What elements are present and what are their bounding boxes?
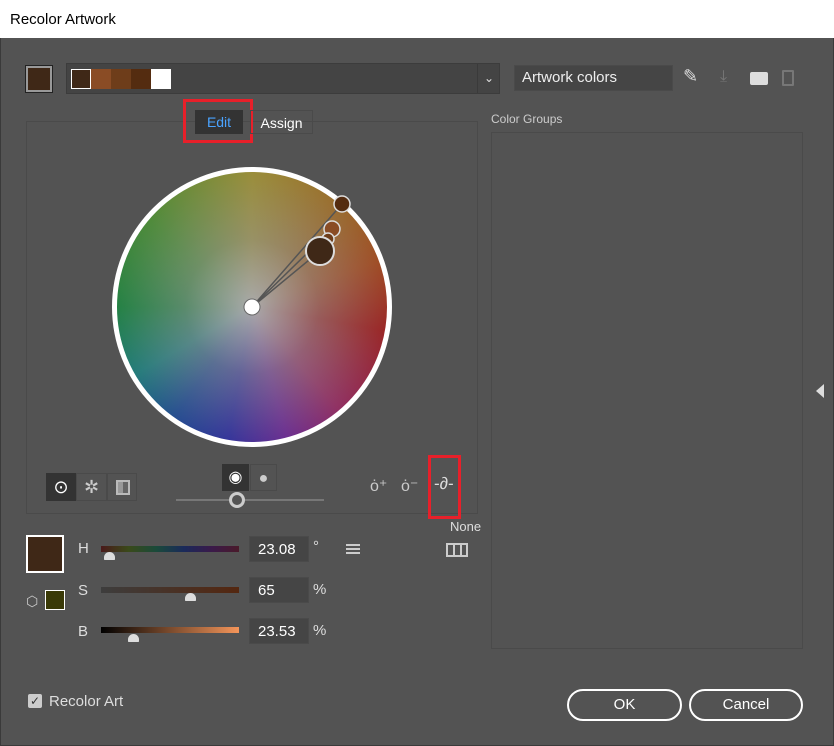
brightness-input[interactable]: 23.53: [249, 618, 309, 644]
color-swatch[interactable]: [91, 69, 111, 89]
brightness-slider[interactable]: [101, 627, 239, 633]
recolor-art-checkbox[interactable]: ✓: [28, 694, 42, 708]
save-icon: ⤓: [720, 68, 728, 85]
folder-icon[interactable]: [750, 72, 768, 85]
segmented-wheel-button[interactable]: ✲: [76, 473, 107, 501]
brightness-slider-thumb[interactable]: [128, 634, 139, 642]
recolor-art-label: Recolor Art: [49, 693, 124, 710]
hue-slider-thumb[interactable]: [104, 552, 115, 560]
center-marker: [243, 298, 261, 316]
ok-button[interactable]: OK: [567, 689, 682, 721]
base-color-marker: [305, 236, 335, 266]
color-bars-button[interactable]: [107, 473, 137, 501]
hue-input[interactable]: 23.08: [249, 536, 309, 562]
color-marker: [333, 195, 351, 213]
saturation-slider-thumb[interactable]: [185, 593, 196, 601]
trash-icon: [782, 70, 794, 86]
tab-edit[interactable]: Edit: [195, 110, 243, 134]
selected-color-swatch[interactable]: [26, 535, 64, 573]
hue-slider[interactable]: [101, 546, 239, 552]
chevron-down-icon[interactable]: ⌄: [477, 64, 500, 93]
saturation-slider[interactable]: [101, 587, 239, 593]
show-brightness-button[interactable]: ●: [250, 464, 277, 491]
tab-assign[interactable]: Assign: [250, 110, 313, 134]
wheel-markers[interactable]: [112, 167, 392, 447]
saturation-input[interactable]: 65: [249, 577, 309, 603]
link-harmony-colors-icon[interactable]: -∂-: [434, 474, 454, 494]
brightness-slider-track[interactable]: [176, 499, 324, 501]
window-title: Recolor Artwork: [0, 0, 834, 38]
color-swatch-strip[interactable]: ⌄: [66, 63, 500, 94]
show-saturation-button[interactable]: ◉: [222, 464, 249, 491]
harmony-rule-label: None: [450, 519, 482, 534]
smooth-wheel-button[interactable]: ⊙: [46, 473, 76, 501]
cancel-button[interactable]: Cancel: [689, 689, 803, 721]
expand-panel-icon[interactable]: [816, 384, 824, 398]
brightness-slider-handle[interactable]: [229, 492, 245, 508]
color-group-name-input[interactable]: Artwork colors: [514, 65, 673, 91]
add-color-tool-icon[interactable]: ȯ⁺: [370, 476, 387, 496]
color-groups-list[interactable]: [491, 132, 803, 649]
color-mode-menu-icon[interactable]: [446, 543, 468, 557]
out-of-gamut-icon[interactable]: ⬡: [26, 593, 38, 610]
out-of-gamut-swatch[interactable]: [45, 590, 65, 610]
current-color-swatch[interactable]: [25, 65, 53, 93]
color-swatch[interactable]: [111, 69, 131, 89]
hue-label: H: [78, 540, 89, 557]
remove-color-tool-icon[interactable]: ȯ⁻: [401, 476, 418, 496]
saturation-label: S: [78, 582, 89, 599]
hue-unit: °: [313, 538, 319, 555]
brightness-unit: %: [313, 622, 327, 639]
brightness-label: B: [78, 623, 89, 640]
saturation-unit: %: [313, 581, 327, 598]
color-swatch[interactable]: [151, 69, 171, 89]
color-groups-label: Color Groups: [491, 112, 563, 126]
color-swatch[interactable]: [71, 69, 91, 89]
hamburger-menu-icon[interactable]: [346, 544, 360, 554]
color-swatch[interactable]: [131, 69, 151, 89]
eyedropper-icon[interactable]: ✎: [683, 66, 698, 87]
